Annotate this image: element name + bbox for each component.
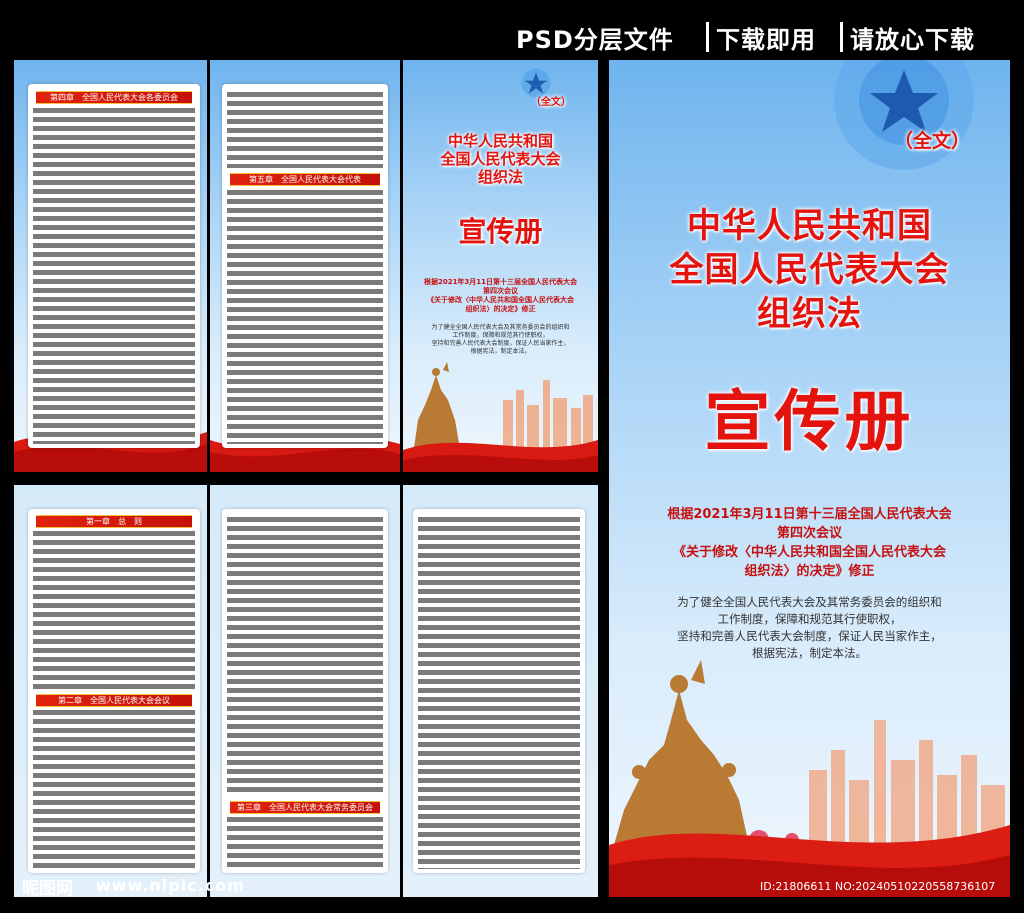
mini-full-text-tag: （全文） xyxy=(531,97,571,108)
body-text-block xyxy=(227,92,383,168)
city-skyline-illustration xyxy=(403,362,598,472)
inside-panel-middle: 第三章 全国人民代表大会常务委员会 xyxy=(210,485,400,897)
site-url-watermark: www.nipic.com xyxy=(96,876,245,895)
body-text-block xyxy=(227,517,383,795)
city-skyline-illustration xyxy=(609,660,1010,897)
text-card: 第五章 全国人民代表大会代表 xyxy=(222,84,388,448)
purpose-line4: 根据宪法，制定本法。 xyxy=(752,646,867,660)
banner-download-text: 下载即用 xyxy=(716,26,816,54)
star-emblem-icon xyxy=(834,60,974,170)
text-card xyxy=(413,509,585,873)
basis-line1: 根据2021年3月11日第十三届全国人民代表大会 xyxy=(667,507,952,522)
chapter-heading-2: 第二章 全国人民代表大会会议 xyxy=(36,694,192,707)
chapter-heading-1: 第一章 总 则 xyxy=(36,515,192,528)
text-card: 第三章 全国人民代表大会常务委员会 xyxy=(222,509,388,873)
mini-title-line3: 组织法 xyxy=(477,168,523,186)
trifold-inside: 第一章 总 则 第二章 全国人民代表大会会议 第三章 全国人民代表大会常务委员会 xyxy=(14,485,598,897)
trifold-outside: 第四章 全国人民代表大会各委员会 第五章 全国人民代表大会代表 （全文） 中华人… xyxy=(14,60,598,472)
site-logo-watermark: 昵图网 xyxy=(22,879,73,899)
body-text-block xyxy=(418,517,580,869)
basis-line3: 《关于修改〈中华人民共和国全国人民代表大会 xyxy=(672,545,946,560)
mini-basis-line4: 组织法〉的决定》修正 xyxy=(465,305,536,313)
chapter-heading-3: 第三章 全国人民代表大会常务委员会 xyxy=(230,801,380,814)
banner-divider xyxy=(840,22,843,52)
cover-title-line2: 全国人民代表大会 xyxy=(669,250,950,290)
outside-panel-middle: 第五章 全国人民代表大会代表 xyxy=(210,60,400,472)
purpose-line3: 坚持和完善人民代表大会制度，保证人民当家作主， xyxy=(677,629,942,643)
monument-statue xyxy=(614,660,749,845)
basis-line2: 第四次会议 xyxy=(776,526,842,541)
text-card: 第一章 总 则 第二章 全国人民代表大会会议 xyxy=(28,509,200,873)
banner-reassure-text: 请放心下载 xyxy=(850,26,975,54)
body-text-block xyxy=(227,190,383,444)
top-banner: PSD分层文件 下载即用 请放心下载 xyxy=(0,0,1024,58)
text-card: 第四章 全国人民代表大会各委员会 xyxy=(28,84,200,448)
image-id-watermark: ID:21806611 NO:20240510220558736107 xyxy=(760,880,996,893)
cover-panel: （全文） 中华人民共和国 全国人民代表大会 组织法 宣传册 根据2021年3月1… xyxy=(609,60,1010,897)
full-text-tag: （全文） xyxy=(894,130,971,152)
body-text-block xyxy=(33,108,195,444)
chapter-heading-4: 第四章 全国人民代表大会各委员会 xyxy=(36,91,192,104)
cover-subtitle: 宣传册 xyxy=(704,383,915,460)
cover-title-line3: 组织法 xyxy=(757,294,862,334)
outside-panel-left: 第四章 全国人民代表大会各委员会 xyxy=(14,60,207,472)
basis-line4: 组织法〉的决定》修正 xyxy=(744,564,875,579)
purpose-line1: 为了健全全国人民代表大会及其常务委员会的组织和 xyxy=(677,595,942,609)
chapter-heading-5: 第五章 全国人民代表大会代表 xyxy=(230,173,380,186)
mini-subtitle: 宣传册 xyxy=(458,215,543,248)
body-text-block xyxy=(33,531,195,689)
body-text-block xyxy=(227,817,383,869)
inside-panel-right xyxy=(403,485,598,897)
mini-purpose-line4: 根据宪法，制定本法。 xyxy=(470,348,531,355)
banner-psd-text: PSD分层文件 xyxy=(516,26,674,54)
outside-panel-cover-mini: （全文） 中华人民共和国 全国人民代表大会 组织法 宣传册 根据2021年3月1… xyxy=(403,60,598,472)
purpose-line2: 工作制度，保障和规范其行使职权， xyxy=(717,612,902,626)
banner-divider xyxy=(706,22,709,52)
body-text-block xyxy=(33,710,195,869)
inside-panel-left: 第一章 总 则 第二章 全国人民代表大会会议 xyxy=(14,485,207,897)
cover-title-line1: 中华人民共和国 xyxy=(687,206,932,246)
monument-statue xyxy=(413,362,461,455)
